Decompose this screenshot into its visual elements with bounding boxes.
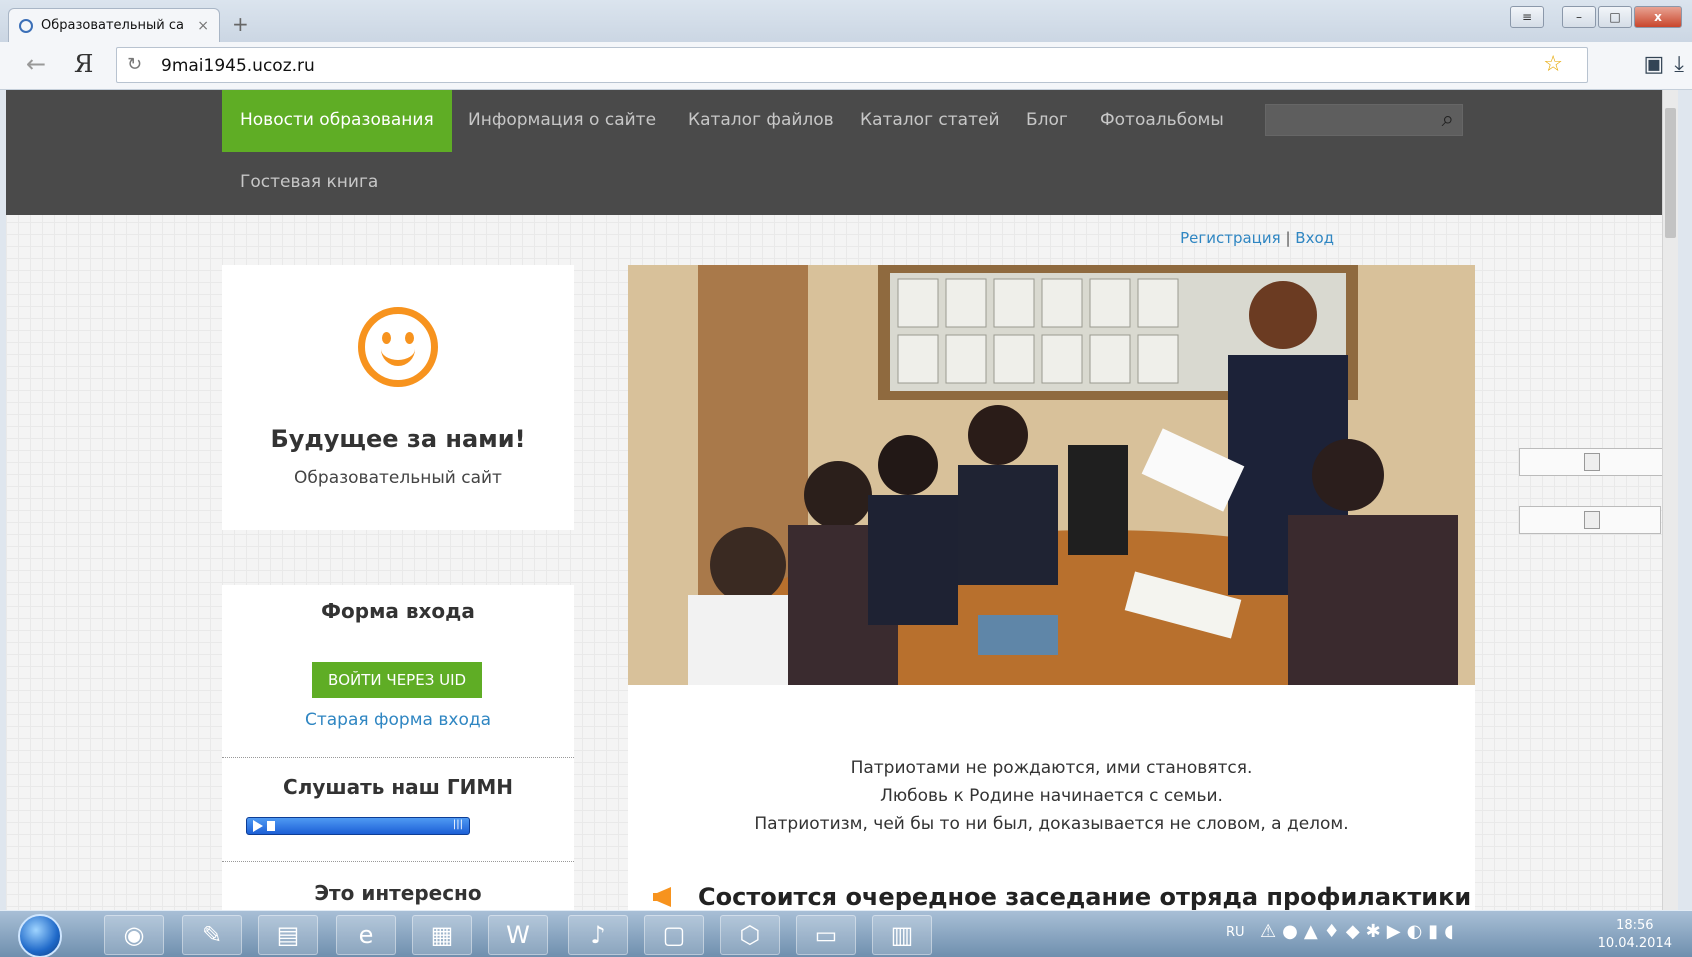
address-bar[interactable]: ↻ 9mai1945.ucoz.ru ☆	[116, 47, 1588, 83]
auth-separator: |	[1285, 229, 1291, 247]
word-extension-icon[interactable]: ▣	[1643, 52, 1664, 77]
tab-close-icon[interactable]: ×	[197, 18, 209, 34]
page-scrollbar[interactable]	[1662, 90, 1678, 910]
site-subtitle: Образовательный сайт	[294, 468, 502, 488]
nav-item-blog[interactable]: Блог	[1008, 90, 1086, 152]
paint-icon[interactable]: ✎	[182, 915, 242, 955]
internet-explorer-icon[interactable]: e	[336, 915, 396, 955]
hp-app-icon[interactable]: ⬡	[720, 915, 780, 955]
audio-player[interactable]: |||	[246, 817, 470, 835]
tray-icons[interactable]: ⚠●▲♦◆✱▶◐▮◖	[1260, 921, 1460, 942]
music-app-icon[interactable]: ♪	[568, 915, 628, 955]
site-nav-bar: Новости образования Информация о сайте К…	[6, 90, 1678, 215]
volume-icon[interactable]: |||	[453, 819, 463, 830]
smiley-icon	[358, 307, 438, 387]
minimize-button[interactable]: –	[1562, 6, 1596, 28]
word-icon[interactable]: W	[488, 915, 548, 955]
nav-item-files[interactable]: Каталог файлов	[670, 90, 852, 152]
yandex-icon[interactable]: Я	[74, 50, 93, 78]
file-explorer-icon[interactable]: ▥	[872, 915, 932, 955]
web-page: Новости образования Информация о сайте К…	[6, 90, 1678, 910]
bookmark-star-icon[interactable]: ☆	[1543, 52, 1563, 77]
stop-icon[interactable]	[267, 821, 275, 831]
new-tab-button[interactable]: +	[232, 12, 249, 36]
clock-time: 18:56	[1616, 918, 1654, 933]
play-icon[interactable]	[253, 820, 263, 832]
nav-item-guestbook[interactable]: Гостевая книга	[222, 152, 396, 214]
window-controls: ≡ – □ x	[1510, 6, 1682, 28]
start-button[interactable]	[18, 914, 62, 957]
quote-line: Любовь к Родине начинается с семьи.	[880, 786, 1223, 806]
browser-tab[interactable]: Образовательный са ×	[8, 8, 220, 42]
auth-links: Регистрация | Вход	[1180, 229, 1334, 247]
browser-tab-bar: Образовательный са × + ≡ – □ x	[0, 0, 1692, 42]
broken-image-icon[interactable]	[1519, 506, 1661, 534]
login-link[interactable]: Вход	[1295, 229, 1334, 247]
maximize-button[interactable]: □	[1598, 6, 1632, 28]
menu-icon[interactable]: ≡	[1510, 6, 1544, 28]
uid-login-button[interactable]: ВОЙТИ ЧЕРЕЗ UID	[312, 662, 482, 698]
login-form-card: Форма входа ВОЙТИ ЧЕРЕЗ UID Старая форма…	[222, 585, 574, 910]
site-favicon-icon	[19, 18, 33, 33]
register-link[interactable]: Регистрация	[1180, 229, 1281, 247]
display-app-icon[interactable]: ▭	[796, 915, 856, 955]
quote-line: Патриотизм, чей бы то ни был, доказывает…	[754, 814, 1349, 834]
broken-image-icon[interactable]	[1519, 448, 1669, 476]
site-title: Будущее за нами!	[270, 425, 526, 453]
login-form-title: Форма входа	[321, 599, 475, 623]
nav-item-articles[interactable]: Каталог статей	[842, 90, 1018, 152]
close-window-button[interactable]: x	[1634, 6, 1682, 28]
clock-date: 10.04.2014	[1597, 936, 1672, 951]
divider	[222, 861, 574, 862]
interesting-title: Это интересно	[314, 881, 482, 905]
nav-item-photos[interactable]: Фотоальбомы	[1082, 90, 1242, 152]
search-icon[interactable]: ⌕	[1442, 107, 1454, 132]
post-title[interactable]: Состоится очередное заседание отряда про…	[698, 883, 1471, 910]
nav-item-about[interactable]: Информация о сайте	[450, 90, 674, 152]
tab-title: Образовательный са	[41, 18, 184, 33]
language-indicator[interactable]: RU	[1226, 925, 1245, 940]
old-login-form-link[interactable]: Старая форма входа	[222, 710, 574, 730]
quote-line: Патриотами не рождаются, ими становятся.	[850, 758, 1253, 778]
site-intro-card: Будущее за нами! Образовательный сайт	[222, 265, 574, 530]
students-photo	[628, 265, 1475, 685]
windows-taskbar: ◉ ✎ ▤ e ▦ W ♪ ▢ ⬡ ▭ ▥ RU ⚠●▲♦◆✱▶◐▮◖ 18:5…	[0, 910, 1692, 957]
megaphone-icon	[653, 887, 671, 907]
calculator-icon[interactable]: ▦	[412, 915, 472, 955]
back-arrow-icon[interactable]: ←	[26, 50, 46, 78]
anthem-title: Слушать наш ГИМН	[283, 775, 513, 799]
url-text[interactable]: 9mai1945.ucoz.ru	[161, 56, 315, 76]
download-icon[interactable]: ⤓	[1674, 52, 1684, 77]
main-content-card: Патриотами не рождаются, ими становятся.…	[628, 685, 1475, 910]
document-app-icon[interactable]: ▢	[644, 915, 704, 955]
media-player-icon[interactable]: ◉	[104, 915, 164, 955]
site-search-input[interactable]: ⌕	[1265, 104, 1463, 136]
office-app-icon[interactable]: ▤	[258, 915, 318, 955]
browser-toolbar: ← Я ↻ 9mai1945.ucoz.ru ☆ ▣ ⤓	[0, 42, 1692, 90]
system-clock[interactable]: 18:56 10.04.2014	[1598, 917, 1672, 953]
scrollbar-thumb[interactable]	[1665, 108, 1676, 238]
divider	[222, 757, 574, 758]
reload-icon[interactable]: ↻	[127, 54, 142, 75]
nav-item-news[interactable]: Новости образования	[222, 90, 452, 152]
